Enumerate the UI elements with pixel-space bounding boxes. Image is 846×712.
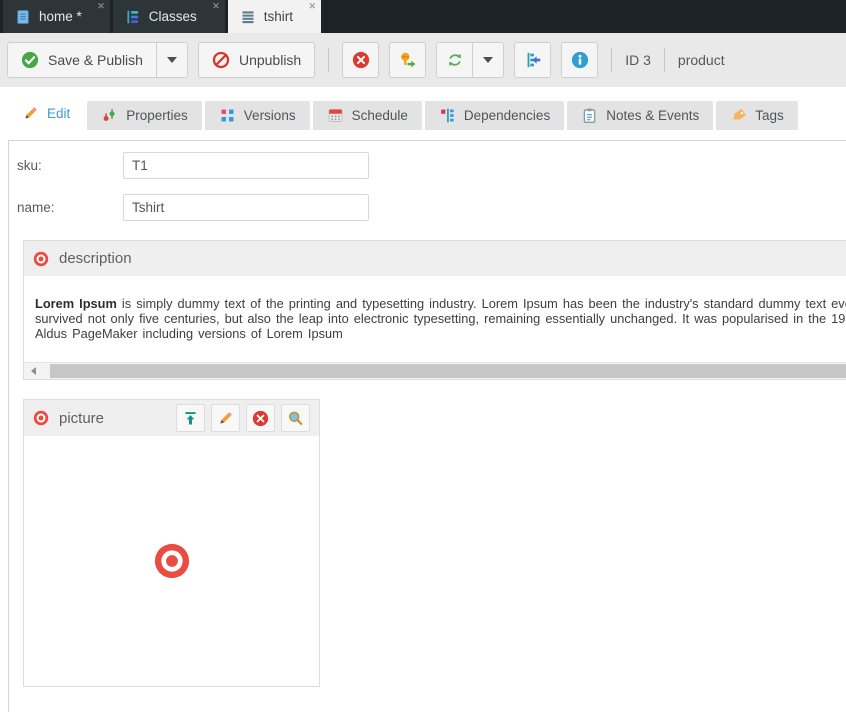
notes-icon bbox=[583, 108, 596, 123]
description-text[interactable]: Lorem Ipsum is simply dummy text of the … bbox=[24, 276, 846, 362]
reload-button-group bbox=[436, 42, 505, 78]
dropdown-caret-icon bbox=[483, 57, 494, 63]
edit-image-button[interactable] bbox=[211, 404, 240, 432]
reload-button[interactable] bbox=[436, 42, 474, 78]
target-icon bbox=[33, 410, 49, 426]
unpublish-label: Unpublish bbox=[238, 52, 302, 68]
close-icon[interactable]: ✕ bbox=[309, 1, 317, 12]
rename-key-button[interactable] bbox=[389, 42, 427, 78]
search-image-button[interactable] bbox=[281, 404, 310, 432]
dependencies-icon bbox=[441, 108, 454, 123]
name-label: name: bbox=[17, 200, 55, 215]
tab-label: Notes & Events bbox=[606, 108, 700, 123]
description-header: description bbox=[24, 241, 846, 276]
tag-icon bbox=[733, 108, 747, 120]
target-icon bbox=[154, 543, 189, 579]
delete-icon bbox=[252, 410, 269, 426]
description-line: Aldus PageMaker including versions of Lo… bbox=[35, 326, 343, 341]
tab-label: Schedule bbox=[351, 108, 408, 123]
description-section: description Lorem Ipsum is simply dummy … bbox=[23, 240, 846, 380]
edit-panel: sku: name: description Lorem Ipsum is si… bbox=[8, 140, 846, 712]
tab-label: Tags bbox=[755, 108, 784, 123]
search-icon bbox=[289, 411, 303, 425]
versions-icon bbox=[221, 109, 234, 122]
save-publish-button-group: Save & Publish bbox=[7, 42, 188, 78]
tab-notes-events[interactable]: Notes & Events bbox=[567, 101, 714, 130]
rows-icon bbox=[242, 10, 254, 23]
description-line: Lorem Ipsum is simply dummy text of the … bbox=[35, 296, 846, 311]
pencil-icon bbox=[25, 107, 37, 119]
object-id-text: ID 3 bbox=[625, 52, 651, 68]
scroll-left-arrow[interactable] bbox=[24, 363, 42, 379]
window-tab-label: Classes bbox=[148, 9, 197, 24]
save-options-dropdown[interactable] bbox=[156, 42, 188, 78]
window-tab-classes[interactable]: Classes ✕ bbox=[112, 0, 225, 33]
check-icon bbox=[21, 51, 39, 69]
properties-icon bbox=[103, 109, 115, 121]
scrollbar-thumb[interactable] bbox=[50, 364, 846, 378]
toolbar-separator bbox=[663, 48, 665, 72]
tab-dependencies[interactable]: Dependencies bbox=[424, 101, 565, 130]
schedule-icon bbox=[328, 109, 342, 122]
window-tab-label: home * bbox=[39, 9, 82, 24]
picture-header: picture bbox=[24, 400, 319, 436]
toolbar: Save & Publish Unpublish ID 3 product bbox=[0, 33, 846, 87]
picture-section: picture bbox=[23, 399, 320, 687]
dropdown-caret-icon bbox=[166, 57, 177, 63]
description-line-text: is simply dummy text of the printing and… bbox=[121, 296, 846, 311]
window-tab-bar: home * ✕ Classes ✕ tshirt ✕ bbox=[0, 0, 846, 33]
window-tab-tshirt[interactable]: tshirt ✕ bbox=[227, 0, 322, 33]
document-icon bbox=[17, 9, 29, 24]
key-icon bbox=[400, 52, 416, 68]
horizontal-scrollbar[interactable] bbox=[24, 362, 846, 379]
tab-label: Dependencies bbox=[463, 108, 551, 123]
tab-tags[interactable]: Tags bbox=[716, 101, 798, 130]
delete-button[interactable] bbox=[342, 42, 380, 78]
upload-button[interactable] bbox=[176, 404, 205, 432]
save-publish-label: Save & Publish bbox=[48, 52, 143, 68]
info-icon bbox=[571, 51, 588, 69]
tab-versions[interactable]: Versions bbox=[204, 101, 310, 130]
locate-in-tree-icon bbox=[527, 52, 540, 68]
tab-label: Properties bbox=[126, 108, 188, 123]
picture-toolbar bbox=[170, 404, 310, 432]
sku-input[interactable] bbox=[123, 152, 369, 179]
description-bold: Lorem Ipsum bbox=[35, 296, 117, 311]
unpublish-button[interactable]: Unpublish bbox=[197, 42, 316, 78]
toolbar-separator bbox=[611, 48, 613, 72]
locate-in-tree-button[interactable] bbox=[514, 42, 552, 78]
tab-label: Versions bbox=[243, 108, 296, 123]
reload-options-dropdown[interactable] bbox=[473, 42, 505, 78]
upload-icon bbox=[185, 411, 196, 424]
toolbar-separator bbox=[328, 48, 330, 72]
delete-icon bbox=[352, 51, 369, 69]
description-title: description bbox=[59, 250, 132, 267]
image-drop-area[interactable] bbox=[24, 436, 319, 686]
target-icon bbox=[33, 251, 49, 266]
description-line: survived not only five centuries, but al… bbox=[35, 311, 846, 326]
tab-properties[interactable]: Properties bbox=[87, 101, 202, 130]
tab-schedule[interactable]: Schedule bbox=[312, 101, 422, 130]
window-tab-label: tshirt bbox=[263, 9, 294, 24]
name-input[interactable] bbox=[123, 194, 369, 221]
tab-label: Edit bbox=[47, 106, 71, 121]
save-publish-button[interactable]: Save & Publish bbox=[7, 42, 157, 78]
info-button[interactable] bbox=[561, 42, 599, 78]
picture-title: picture bbox=[59, 409, 105, 427]
remove-image-button[interactable] bbox=[246, 404, 275, 432]
close-icon[interactable]: ✕ bbox=[97, 1, 105, 12]
window-tab-home[interactable]: home * ✕ bbox=[3, 0, 110, 33]
sku-label: sku: bbox=[17, 158, 42, 173]
pencil-icon bbox=[220, 411, 232, 424]
close-icon[interactable]: ✕ bbox=[212, 1, 220, 12]
unpublish-icon bbox=[212, 51, 230, 69]
object-type-text: product bbox=[677, 52, 725, 68]
classes-icon bbox=[127, 10, 138, 23]
left-arrow-icon bbox=[30, 367, 36, 375]
object-subtabs: Edit Properties Versions Schedule Depend… bbox=[0, 87, 846, 130]
tab-edit[interactable]: Edit bbox=[8, 97, 85, 130]
reload-icon bbox=[448, 53, 461, 67]
